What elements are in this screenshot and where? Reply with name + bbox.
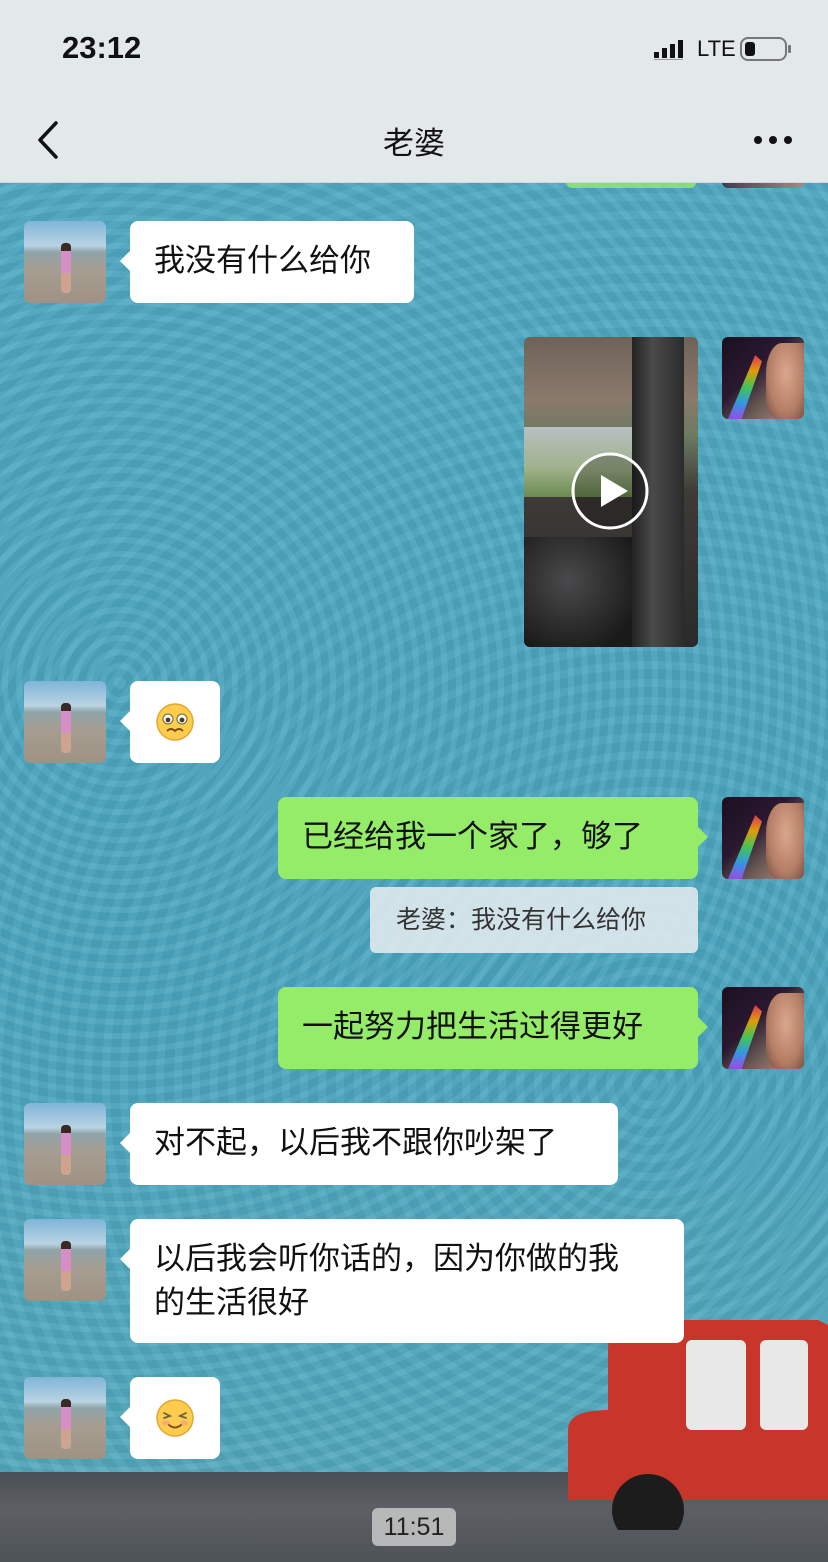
my-avatar[interactable]	[722, 987, 804, 1069]
signal-icon	[654, 40, 683, 60]
quoted-reply[interactable]: 老婆：我没有什么给你	[370, 887, 698, 953]
background-car-illustration	[568, 1320, 828, 1530]
emoji-message[interactable]	[120, 1377, 220, 1459]
chevron-left-icon	[38, 121, 58, 159]
message-line: 以后我会听你话的，因为你做的我	[154, 1241, 619, 1277]
back-button[interactable]	[28, 118, 68, 162]
received-message[interactable]: 以后我会听你话的，因为你做的我 的生活很好	[120, 1219, 684, 1343]
more-dots-icon	[754, 136, 792, 144]
emoji-message[interactable]	[120, 681, 220, 763]
pleading-face-icon	[156, 703, 194, 741]
contact-avatar[interactable]	[24, 221, 106, 303]
contact-avatar[interactable]	[24, 1377, 106, 1459]
contact-avatar[interactable]	[24, 1219, 106, 1301]
top-bar: 23:12 LTE 老婆	[0, 0, 828, 183]
video-timestamp: 11:51	[372, 1508, 456, 1546]
video-message[interactable]	[524, 337, 698, 647]
contact-avatar[interactable]	[24, 1103, 106, 1185]
sent-message[interactable]: 一起努力把生活过得更好	[278, 987, 708, 1069]
smiling-face-icon	[156, 1399, 194, 1437]
received-message[interactable]: 我没有什么给你	[120, 221, 414, 303]
contact-avatar[interactable]	[24, 681, 106, 763]
status-time: 23:12	[62, 30, 142, 65]
sent-message[interactable]: 已经给我一个家了，够了	[278, 797, 708, 879]
message-line: 的生活很好	[154, 1285, 309, 1321]
my-avatar[interactable]	[722, 337, 804, 419]
battery-icon	[740, 37, 791, 61]
my-avatar[interactable]	[722, 797, 804, 879]
play-icon	[571, 452, 649, 530]
chat-title: 老婆	[383, 126, 445, 162]
received-message[interactable]: 对不起，以后我不跟你吵架了	[120, 1103, 618, 1185]
more-button[interactable]	[748, 126, 798, 154]
network-type: LTE	[697, 36, 736, 61]
